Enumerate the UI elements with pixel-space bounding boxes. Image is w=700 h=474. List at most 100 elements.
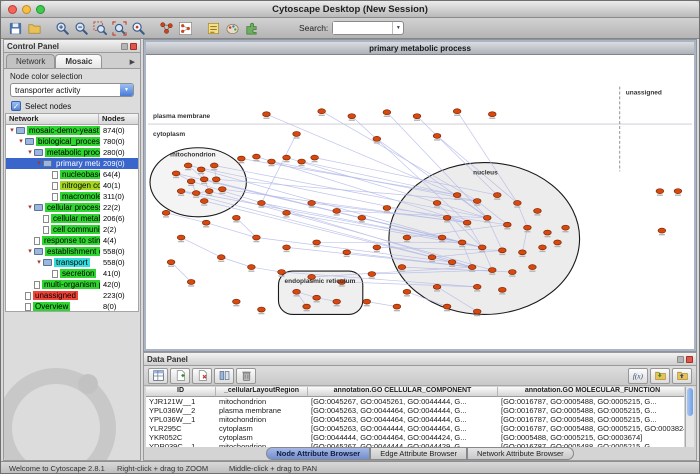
column-header[interactable]: ID [146,387,216,397]
network-node[interactable] [162,210,170,215]
network-node[interactable] [167,260,175,265]
tab-mosaic[interactable]: Mosaic [55,54,102,68]
network-node[interactable] [562,225,570,230]
network-node[interactable] [212,177,220,182]
network-node[interactable] [363,299,371,304]
network-node[interactable] [658,228,666,233]
network-node[interactable] [238,156,246,161]
magnifier-icon[interactable] [129,19,148,37]
network-node[interactable] [358,215,366,220]
table-scrollbar[interactable] [685,387,694,447]
tree-row[interactable]: unassigned223(0) [6,290,138,301]
expander-icon[interactable]: ▾ [26,248,34,256]
window-titlebar[interactable]: Cytoscape Desktop (New Session) [1,1,699,18]
select-attributes-icon[interactable] [148,368,168,384]
table-row[interactable]: YKR052Ccytoplasm[GO:0044444, GO:0044464,… [146,433,684,442]
network-node[interactable] [403,235,411,240]
network-node[interactable] [433,201,441,206]
tree-row[interactable]: ▾mosaic-demo-yeast874(0) [6,125,138,136]
network-node[interactable] [478,245,486,250]
tree-row[interactable]: response to stimul...4(4) [6,235,138,246]
close-panel-icon[interactable] [130,43,137,50]
network-node[interactable] [554,240,562,245]
network-node[interactable] [514,201,522,206]
first-neighbors-icon[interactable] [157,19,176,37]
batch-editor-icon[interactable] [214,368,234,384]
network-node[interactable] [187,179,195,184]
network-node[interactable] [504,222,512,227]
network-node[interactable] [433,133,441,138]
network-node[interactable] [368,272,376,277]
network-node[interactable] [544,230,552,235]
network-node[interactable] [313,295,321,300]
delete-attribute-icon[interactable] [192,368,212,384]
tree-row[interactable]: nitrogen compo...40(1) [6,180,138,191]
chevron-down-icon[interactable]: ▼ [392,22,403,34]
network-node[interactable] [473,284,481,289]
zoom-fit-icon[interactable] [110,19,129,37]
formula-icon[interactable]: f(x) [628,368,648,384]
table-row[interactable]: YPL036W__1mitochondrion[GO:0045263, GO:0… [146,415,684,424]
network-node[interactable] [498,248,506,253]
tab-edge-attribute-browser[interactable]: Edge Attribute Browser [370,447,467,460]
column-header[interactable]: annotation.GO MOLECULAR_FUNCTION [498,387,684,397]
network-node[interactable] [177,189,185,194]
network-node[interactable] [468,265,476,270]
node-color-select[interactable]: transporter activity ▼ [10,83,134,97]
network-node[interactable] [453,193,461,198]
network-node[interactable] [217,255,225,260]
network-node[interactable] [308,201,316,206]
tree-row[interactable]: ▾primary metab...209(0) [6,158,138,169]
tab-node-attribute-browser[interactable]: Node Attribute Browser [266,447,370,460]
network-node[interactable] [293,131,301,136]
export-attributes-icon[interactable] [672,368,692,384]
open-icon[interactable] [25,19,44,37]
network-node[interactable] [278,270,286,275]
network-node[interactable] [428,255,436,260]
network-node[interactable] [197,167,205,172]
tree-row[interactable]: secretion41(0) [6,268,138,279]
tab-network[interactable]: Network [6,54,55,68]
tree-row[interactable]: ▾transport558(0) [6,257,138,268]
tree-row[interactable]: cellular metabo...206(6) [6,213,138,224]
zoom-out-icon[interactable] [72,19,91,37]
network-node[interactable] [529,265,537,270]
tree-row[interactable]: cell communica...2(2) [6,224,138,235]
network-node[interactable] [187,279,195,284]
network-node[interactable] [498,287,506,292]
network-node[interactable] [233,215,241,220]
expander-icon[interactable]: ▾ [17,138,25,146]
tree-column-nodes[interactable]: Nodes [99,114,125,124]
network-node[interactable] [263,112,271,117]
scrollbar-thumb[interactable] [687,388,693,416]
network-node[interactable] [258,201,266,206]
network-node[interactable] [413,114,421,119]
network-node[interactable] [463,220,471,225]
tree-row[interactable]: multi-organism pro...42(0) [6,279,138,290]
network-node[interactable] [218,187,226,192]
table-row[interactable]: YJR121W__1mitochondrion[GO:0045267, GO:0… [146,397,684,406]
expander-icon[interactable]: ▾ [8,127,16,135]
network-node[interactable] [202,220,210,225]
tree-row[interactable]: ▾cellular process22(2) [6,202,138,213]
network-node[interactable] [298,159,306,164]
network-node[interactable] [200,177,208,182]
network-node[interactable] [373,245,381,250]
network-node[interactable] [393,304,401,309]
network-node[interactable] [313,240,321,245]
tree-row[interactable]: ▾establishment of lo...558(0) [6,246,138,257]
network-node[interactable] [253,154,261,159]
zoom-selected-icon[interactable] [91,19,110,37]
plugins-icon[interactable] [242,19,261,37]
network-node[interactable] [303,304,311,309]
column-header[interactable]: _cellularLayoutRegion [216,387,308,397]
network-node[interactable] [283,245,291,250]
expander-icon[interactable]: ▾ [35,160,43,168]
network-node[interactable] [293,289,301,294]
column-header[interactable]: annotation.GO CELLULAR_COMPONENT [308,387,498,397]
network-frame[interactable]: primary metabolic process plasma membran… [144,40,696,351]
tree-row[interactable]: ▾metabolic process280(0) [6,147,138,158]
network-node[interactable] [509,270,517,275]
network-node[interactable] [453,109,461,114]
table-row[interactable]: YPL036W__2plasma membrane[GO:0045263, GO… [146,406,684,415]
